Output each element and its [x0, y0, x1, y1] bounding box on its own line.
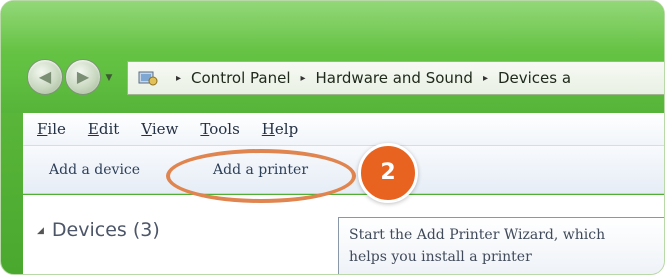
- add-printer-tooltip: Start the Add Printer Wizard, which help…: [338, 217, 664, 274]
- collapse-triangle-icon[interactable]: ◢: [37, 226, 44, 236]
- highlight-ellipse: [166, 149, 356, 203]
- title-glass: [1, 1, 664, 113]
- tooltip-line: Start the Add Printer Wizard, which: [349, 227, 606, 243]
- breadcrumb-separator[interactable]: ▸: [301, 73, 306, 84]
- address-bar[interactable]: ▸ Control Panel ▸ Hardware and Sound ▸ D…: [127, 61, 664, 95]
- devices-group-header[interactable]: ◢ Devices (3): [37, 219, 160, 241]
- forward-button[interactable]: ▶: [65, 59, 101, 95]
- breadcrumb-separator[interactable]: ▸: [483, 73, 488, 84]
- explorer-window: ◀ ▶ ▼ ▸ Control Panel ▸ Hardware and Sou…: [0, 0, 665, 275]
- breadcrumb-devices-and-printers[interactable]: Devices a: [498, 69, 571, 87]
- menu-edit[interactable]: Edit: [88, 120, 119, 138]
- menu-bar: File Edit View Tools Help: [23, 113, 664, 146]
- arrow-left-icon: ◀: [38, 67, 52, 86]
- add-device-button[interactable]: Add a device: [49, 162, 140, 178]
- back-button[interactable]: ◀: [27, 59, 63, 95]
- control-panel-icon: [138, 69, 158, 87]
- step-number-badge: 2: [358, 143, 418, 203]
- breadcrumb-hardware-and-sound[interactable]: Hardware and Sound: [316, 69, 473, 87]
- arrow-right-icon: ▶: [76, 67, 90, 86]
- menu-tools[interactable]: Tools: [200, 120, 239, 138]
- tooltip-line: helps you install a printer: [349, 249, 532, 265]
- menu-view[interactable]: View: [141, 120, 178, 138]
- breadcrumb-control-panel[interactable]: Control Panel: [191, 69, 290, 87]
- recent-pages-dropdown[interactable]: ▼: [102, 71, 116, 85]
- menu-help[interactable]: Help: [262, 120, 298, 138]
- menu-file[interactable]: File: [37, 120, 66, 138]
- breadcrumb-separator[interactable]: ▸: [176, 73, 181, 84]
